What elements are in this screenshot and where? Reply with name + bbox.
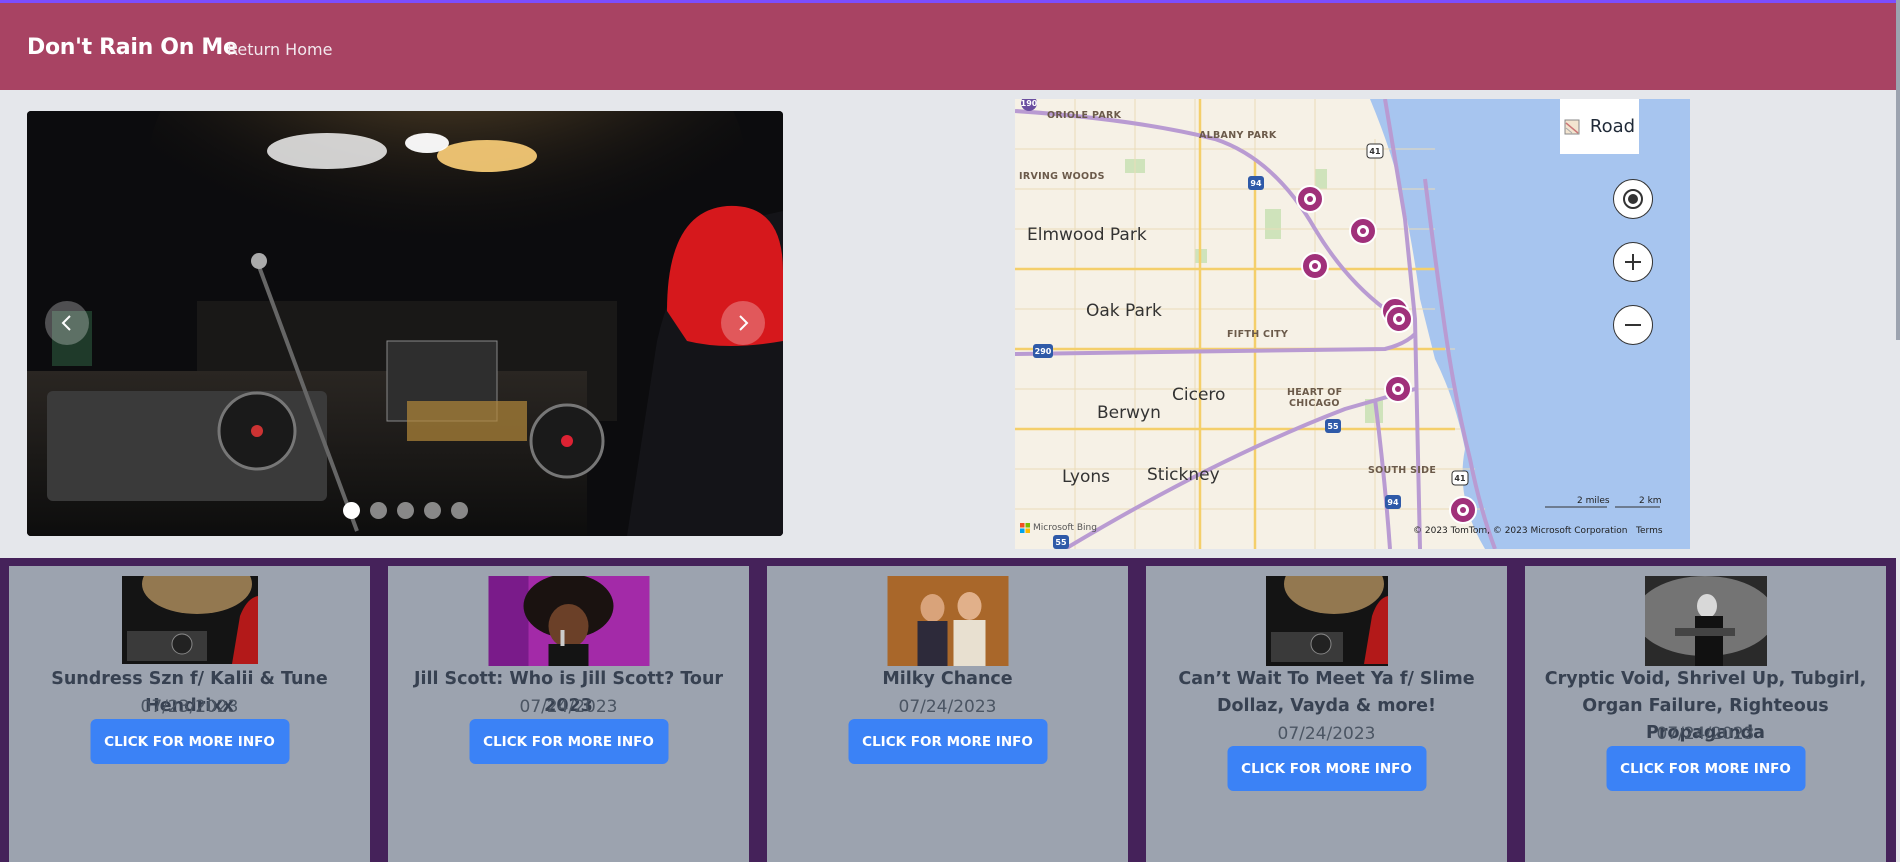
carousel-dot-5[interactable] — [451, 502, 468, 519]
scale-km: 2 km — [1639, 496, 1662, 506]
shield-190: 190 — [1021, 99, 1038, 108]
brand-title[interactable]: Don't Rain On Me — [27, 35, 238, 60]
more-info-button[interactable]: CLICK FOR MORE INFO — [848, 719, 1047, 764]
event-card: Can’t Wait To Meet Ya f/ Slime Dollaz, V… — [1146, 566, 1507, 862]
event-date: 07/23/2023 — [140, 697, 239, 717]
event-map[interactable]: 190 94 41 290 55 94 41 55 ORIOLE PARK AL… — [1015, 99, 1690, 549]
map-style-label: Road — [1589, 116, 1636, 137]
svg-text:94: 94 — [1250, 179, 1262, 188]
map-label-berwyn: Berwyn — [1097, 403, 1161, 423]
event-thumbnail — [488, 576, 649, 666]
map-style-selector[interactable]: Road — [1560, 99, 1639, 154]
minus-icon — [1625, 324, 1641, 326]
more-info-button[interactable]: CLICK FOR MORE INFO — [469, 719, 668, 764]
map-label-south-side: SOUTH SIDE — [1368, 465, 1437, 476]
bing-logo-text: Microsoft Bing — [1033, 523, 1097, 533]
carousel-indicators — [343, 502, 468, 519]
carousel-prev-button[interactable] — [45, 301, 89, 345]
dj-stage-photo — [27, 111, 783, 536]
event-date: 07/24/2023 — [1277, 724, 1376, 744]
map-label-fifth-city: FIFTH CITY — [1227, 329, 1289, 340]
more-info-button[interactable]: CLICK FOR MORE INFO — [1606, 746, 1805, 791]
carousel-next-button[interactable] — [721, 301, 765, 345]
locate-me-button[interactable] — [1613, 179, 1653, 219]
map-label-elmwood-park: Elmwood Park — [1027, 225, 1147, 245]
event-cards: Sundress Szn f/ Kalii & Tune Hendrixx 07… — [0, 558, 1896, 862]
svg-text:290: 290 — [1035, 347, 1052, 356]
event-thumbnail — [1265, 576, 1388, 666]
event-card: Jill Scott: Who is Jill Scott? Tour 2023… — [388, 566, 749, 862]
event-thumbnail — [121, 576, 258, 664]
carousel-dot-2[interactable] — [370, 502, 387, 519]
map-label-stickney: Stickney — [1147, 465, 1220, 485]
map-label-oak-park: Oak Park — [1086, 301, 1162, 321]
zoom-out-button[interactable] — [1613, 305, 1653, 345]
scale-miles: 2 miles — [1577, 496, 1610, 506]
plus-icon — [1625, 254, 1641, 270]
map-label-chicago: CHICAGO — [1289, 398, 1340, 409]
event-title: Can’t Wait To Meet Ya f/ Slime Dollaz, V… — [1178, 669, 1475, 716]
svg-text:55: 55 — [1327, 422, 1339, 431]
locate-icon — [1623, 189, 1643, 209]
map-label-oriole-park: ORIOLE PARK — [1047, 110, 1122, 121]
image-carousel — [27, 111, 783, 536]
carousel-dot-4[interactable] — [424, 502, 441, 519]
event-card: Cryptic Void, Shrivel Up, Tubgirl, Organ… — [1525, 566, 1886, 862]
map-label-lyons: Lyons — [1062, 467, 1111, 487]
map-label-albany-park: ALBANY PARK — [1199, 130, 1277, 141]
attribution-text: © 2023 TomTom, © 2023 Microsoft Corporat… — [1413, 526, 1628, 536]
svg-text:41: 41 — [1369, 147, 1381, 156]
event-card: Sundress Szn f/ Kalii & Tune Hendrixx 07… — [9, 566, 370, 862]
chevron-left-icon — [61, 315, 71, 331]
navbar: Don't Rain On Me Return Home — [0, 3, 1896, 90]
microsoft-logo-icon — [1020, 523, 1030, 533]
svg-text:41: 41 — [1454, 474, 1466, 483]
event-card: Milky Chance 07/24/2023 CLICK FOR MORE I… — [767, 566, 1128, 862]
event-thumbnail — [1644, 576, 1767, 666]
return-home-link[interactable]: Return Home — [227, 40, 332, 59]
carousel-dot-1[interactable] — [343, 502, 360, 519]
map-label-irving-woods: IRVING WOODS — [1019, 171, 1105, 182]
map-attribution: © 2023 TomTom, © 2023 Microsoft Corporat… — [1413, 526, 1663, 536]
page-scrollbar[interactable] — [1896, 0, 1900, 340]
bing-logo: Microsoft Bing — [1020, 523, 1097, 533]
map-label-heart-of: HEART OF — [1287, 387, 1343, 398]
more-info-button[interactable]: CLICK FOR MORE INFO — [1227, 746, 1426, 791]
event-date: 07/24/2023 — [519, 697, 618, 717]
map-tiles: 190 94 41 290 55 94 41 55 — [1015, 99, 1690, 549]
event-thumbnail — [887, 576, 1008, 666]
event-date: 07/24/2023 — [898, 697, 997, 717]
carousel-dot-3[interactable] — [397, 502, 414, 519]
chevron-right-icon — [739, 315, 749, 331]
terms-link[interactable]: Terms — [1636, 526, 1663, 536]
svg-text:55: 55 — [1055, 538, 1067, 547]
road-style-icon — [1564, 119, 1580, 134]
event-date: 07/24/2023 — [1656, 724, 1755, 744]
more-info-button[interactable]: CLICK FOR MORE INFO — [90, 719, 289, 764]
svg-text:94: 94 — [1387, 498, 1399, 507]
event-title: Milky Chance — [882, 669, 1013, 689]
zoom-in-button[interactable] — [1613, 242, 1653, 282]
map-label-cicero: Cicero — [1172, 385, 1226, 405]
